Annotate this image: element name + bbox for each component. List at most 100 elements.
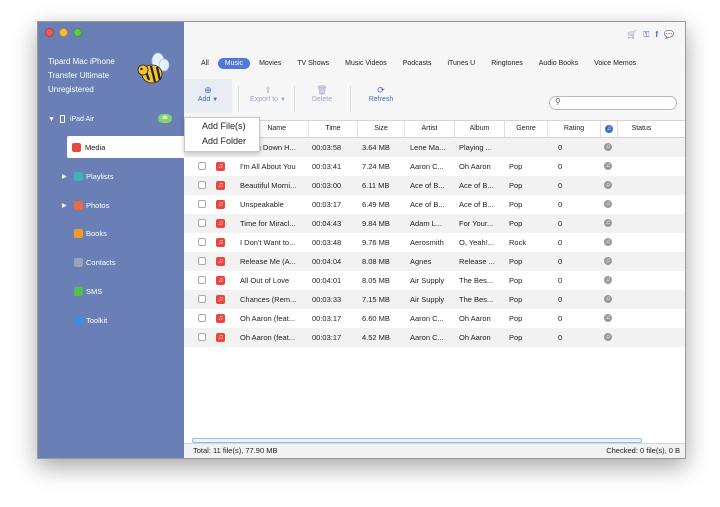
search-input[interactable]: ⚲ bbox=[549, 96, 677, 110]
sidebar-item-contacts[interactable]: Contacts bbox=[38, 251, 184, 273]
itunes-sync-icon: ♫ bbox=[604, 238, 612, 246]
search-icon: ⚲ bbox=[555, 97, 561, 106]
itunes-icon: ♫ bbox=[605, 125, 613, 133]
row-checkbox[interactable] bbox=[198, 314, 206, 322]
cell-rating: 0 bbox=[558, 238, 563, 247]
table-row[interactable]: ♫ Oh Aaron (feat... 00:03:17 6.60 MB Aaron C… bbox=[184, 309, 685, 328]
registration-status: Unregistered bbox=[48, 85, 94, 94]
row-checkbox[interactable] bbox=[198, 181, 206, 189]
cell-genre: Pop bbox=[509, 333, 523, 342]
app-name-line-2: Transfer Ultimate bbox=[48, 71, 110, 80]
menu-item-add-files[interactable]: Add File(s) bbox=[185, 119, 259, 133]
delete-label: Delete bbox=[311, 96, 333, 103]
sidebar-item-photos[interactable]: ▶ Photos bbox=[38, 194, 184, 216]
key-icon[interactable]: ⚿ bbox=[643, 30, 649, 40]
music-file-icon: ♫ bbox=[216, 257, 225, 266]
refresh-button[interactable]: ⟳ Refresh bbox=[354, 84, 408, 103]
table-row[interactable]: ♫ I Don't Want to... 00:03:48 9.76 MB Aerosm… bbox=[184, 233, 685, 252]
sidebar-item-label: Media bbox=[85, 142, 106, 152]
tab-music[interactable]: Music bbox=[217, 58, 251, 69]
sidebar-item-media[interactable]: Media bbox=[67, 136, 184, 158]
tab-audio-books[interactable]: Audio Books bbox=[532, 58, 585, 69]
expand-triangle-icon[interactable]: ▶ bbox=[62, 202, 67, 209]
header-album[interactable]: Album bbox=[454, 121, 504, 137]
checked-status: Checked: 0 file(s), 0 B bbox=[606, 446, 680, 455]
row-checkbox[interactable] bbox=[198, 200, 206, 208]
row-checkbox[interactable] bbox=[198, 257, 206, 265]
collapse-triangle-icon[interactable]: ▼ bbox=[48, 116, 55, 123]
zoom-window-button[interactable] bbox=[73, 28, 82, 37]
tab-all[interactable]: All bbox=[194, 58, 216, 69]
sidebar-item-toolkit[interactable]: Toolkit bbox=[38, 309, 184, 331]
header-genre[interactable]: Genre bbox=[504, 121, 547, 137]
app-window: Tipard Mac iPhone Transfer Ultimate Unre… bbox=[37, 21, 686, 459]
header-time[interactable]: Time bbox=[308, 121, 357, 137]
itunes-sync-icon: ♫ bbox=[604, 276, 612, 284]
table-row[interactable]: ♫ Oh Aaron (feat... 00:03:17 4.52 MB Aaron C… bbox=[184, 328, 685, 347]
cell-rating: 0 bbox=[558, 162, 563, 171]
itunes-sync-icon: ♫ bbox=[604, 219, 612, 227]
main-content: 🛒 ⚿ f 💬 All Music Movies TV Shows Music Vide… bbox=[184, 22, 685, 458]
table-row[interactable]: ♫ Release Me (A... 00:04:04 8.08 MB Agnes Rel… bbox=[184, 252, 685, 271]
cart-icon[interactable]: 🛒 bbox=[627, 30, 637, 40]
table-row[interactable]: ♫ I'm All About You 00:03:41 7.24 MB Aaron C… bbox=[184, 157, 685, 176]
tab-itunes-u[interactable]: iTunes U bbox=[440, 58, 482, 69]
header-rating[interactable]: Rating bbox=[547, 121, 600, 137]
sidebar-item-books[interactable]: Books bbox=[38, 222, 184, 244]
cell-time: 00:03:17 bbox=[312, 200, 342, 209]
cell-genre: Pop bbox=[509, 314, 523, 323]
device-row-ipad[interactable]: ▼ iPad Air ⏏ bbox=[38, 109, 184, 129]
trash-icon: 🗑 bbox=[316, 85, 328, 95]
music-file-icon: ♫ bbox=[216, 181, 225, 190]
row-checkbox[interactable] bbox=[198, 295, 206, 303]
cell-artist: Ace of B... bbox=[410, 181, 445, 190]
chat-icon[interactable]: 💬 bbox=[664, 30, 674, 40]
cell-genre: Pop bbox=[509, 276, 523, 285]
table-row[interactable]: ♫ All Out of Love 00:04:01 8.05 MB Air Suppl… bbox=[184, 271, 685, 290]
table-row[interactable]: ♫ Beautiful Morni... 00:03:00 6.11 MB Ace of… bbox=[184, 176, 685, 195]
tab-tv-shows[interactable]: TV Shows bbox=[290, 58, 336, 69]
cell-album: The Bes... bbox=[459, 295, 494, 304]
header-artist[interactable]: Artist bbox=[404, 121, 454, 137]
cell-time: 00:03:33 bbox=[312, 295, 342, 304]
sidebar-item-label: Toolkit bbox=[86, 315, 108, 325]
cell-name: Release Me (A... bbox=[240, 257, 296, 266]
tab-ringtones[interactable]: Ringtones bbox=[484, 58, 530, 69]
menu-item-add-folder[interactable]: Add Folder bbox=[185, 134, 259, 148]
add-button[interactable]: ⊕ Add ▼ bbox=[184, 79, 232, 113]
tab-movies[interactable]: Movies bbox=[252, 58, 288, 69]
table-row[interactable]: ♫ Time for Miracl... 00:04:43 9.84 MB Adam L… bbox=[184, 214, 685, 233]
row-checkbox[interactable] bbox=[198, 238, 206, 246]
close-window-button[interactable] bbox=[45, 28, 54, 37]
cell-name: Beautiful Morni... bbox=[240, 181, 297, 190]
cell-name: Oh Aaron (feat... bbox=[240, 333, 296, 342]
cell-name: Chances (Rem... bbox=[240, 295, 297, 304]
export-button[interactable]: ⇪ Export to ▼ bbox=[238, 84, 298, 103]
sidebar-item-playlists[interactable]: ▶ Playlists bbox=[38, 165, 184, 187]
tab-voice-memos[interactable]: Voice Memos bbox=[587, 58, 643, 69]
delete-button[interactable]: 🗑 Delete bbox=[298, 84, 346, 103]
eject-icon[interactable]: ⏏ bbox=[158, 114, 172, 123]
row-checkbox[interactable] bbox=[198, 219, 206, 227]
expand-triangle-icon[interactable]: ▶ bbox=[62, 173, 67, 180]
row-checkbox[interactable] bbox=[198, 162, 206, 170]
header-sync: ♫ bbox=[600, 121, 617, 137]
cell-rating: 0 bbox=[558, 181, 563, 190]
cell-rating: 0 bbox=[558, 333, 563, 342]
cell-genre: Pop bbox=[509, 181, 523, 190]
header-size[interactable]: Size bbox=[357, 121, 404, 137]
device-label: iPad Air bbox=[69, 115, 95, 123]
tab-music-videos[interactable]: Music Videos bbox=[338, 58, 394, 69]
row-checkbox[interactable] bbox=[198, 276, 206, 284]
sidebar-item-sms[interactable]: SMS bbox=[38, 280, 184, 302]
cell-artist: Ace of B... bbox=[410, 200, 445, 209]
cell-album: O, Yeah!... bbox=[459, 238, 495, 247]
header-status[interactable]: Status bbox=[617, 121, 665, 137]
row-checkbox[interactable] bbox=[198, 333, 206, 341]
tab-podcasts[interactable]: Podcasts bbox=[396, 58, 439, 69]
table-row[interactable]: ♫ Chances (Rem... 00:03:33 7.15 MB Air Suppl… bbox=[184, 290, 685, 309]
minimize-window-button[interactable] bbox=[59, 28, 68, 37]
table-row[interactable]: ♫ Unspeakable 00:03:17 6.49 MB Ace of B... Ac… bbox=[184, 195, 685, 214]
cell-size: 6.60 MB bbox=[362, 314, 390, 323]
facebook-icon[interactable]: f bbox=[655, 30, 658, 40]
